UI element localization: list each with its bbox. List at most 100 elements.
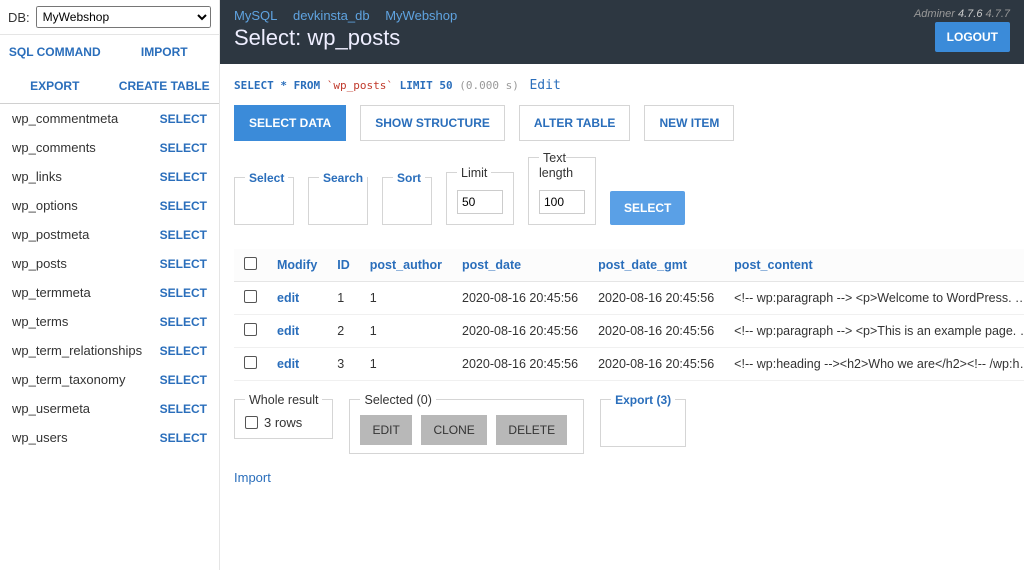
table-select-link[interactable]: SELECT <box>160 141 207 155</box>
clone-selected-button[interactable]: CLONE <box>421 415 486 445</box>
row-checkbox[interactable] <box>244 356 257 369</box>
col-post-date-gmt[interactable]: post_date_gmt <box>588 249 724 282</box>
results-table: Modify ID post_author post_date post_dat… <box>234 249 1024 381</box>
filter-row: Select Search Sort Limit Text length SEL… <box>234 157 1010 225</box>
tab-alter-table[interactable]: ALTER TABLE <box>519 105 631 141</box>
table-row[interactable]: wp_term_taxonomy SELECT <box>0 365 219 394</box>
breadcrumb-db[interactable]: MyWebshop <box>385 8 457 23</box>
select-fieldset[interactable]: Select <box>234 177 294 225</box>
table-select-link[interactable]: SELECT <box>160 199 207 213</box>
table-row[interactable]: wp_commentmeta SELECT <box>0 104 219 133</box>
cell-content: <!-- wp:paragraph --> <p>This is an exam… <box>724 315 1024 348</box>
db-selector-row: DB: MyWebshop <box>0 0 219 35</box>
select-submit-button[interactable]: SELECT <box>610 191 685 225</box>
limit-input[interactable] <box>457 190 503 214</box>
cell-content: <!-- wp:paragraph --> <p>Welcome to Word… <box>724 282 1024 315</box>
table-select-link[interactable]: SELECT <box>160 112 207 126</box>
table-select-link[interactable]: SELECT <box>160 257 207 271</box>
table-row[interactable]: wp_termsSELECT <box>0 307 219 336</box>
table-name: wp_term_taxonomy <box>12 372 125 387</box>
table-row[interactable]: wp_users SELECT <box>0 423 219 452</box>
table-row[interactable]: wp_optionsSELECT <box>0 191 219 220</box>
table-row[interactable]: wp_termmeta SELECT <box>0 278 219 307</box>
textlen-fieldset: Text length <box>528 157 596 225</box>
table-name: wp_links <box>12 169 62 184</box>
tab-show-structure[interactable]: SHOW STRUCTURE <box>360 105 505 141</box>
table-name: wp_commentmeta <box>12 111 118 126</box>
sql-command-link[interactable]: SQL COMMAND <box>0 35 110 69</box>
tab-new-item[interactable]: NEW ITEM <box>644 105 734 141</box>
edit-row-link[interactable]: edit <box>277 357 299 371</box>
data-row: edit 1 1 2020-08-16 20:45:56 2020-08-16 … <box>234 282 1024 315</box>
table-row[interactable]: wp_commentsSELECT <box>0 133 219 162</box>
view-tabs: SELECT DATA SHOW STRUCTURE ALTER TABLE N… <box>234 105 1010 141</box>
export-fieldset[interactable]: Export (3) <box>600 399 686 447</box>
search-fieldset[interactable]: Search <box>308 177 368 225</box>
cell-date: 2020-08-16 20:45:56 <box>452 315 588 348</box>
import-bottom-link[interactable]: Import <box>234 470 271 485</box>
create-table-link[interactable]: CREATE TABLE <box>110 69 220 103</box>
export-link[interactable]: EXPORT <box>0 69 110 103</box>
table-name: wp_postmeta <box>12 227 89 242</box>
table-row[interactable]: wp_usermeta SELECT <box>0 394 219 423</box>
selected-fieldset: Selected (0) EDIT CLONE DELETE <box>349 399 584 454</box>
import-link[interactable]: IMPORT <box>110 35 220 69</box>
cell-id: 2 <box>327 315 360 348</box>
table-select-link[interactable]: SELECT <box>160 431 207 445</box>
tab-select-data[interactable]: SELECT DATA <box>234 105 346 141</box>
table-select-link[interactable]: SELECT <box>160 344 207 358</box>
col-id[interactable]: ID <box>327 249 360 282</box>
col-post-date[interactable]: post_date <box>452 249 588 282</box>
data-row: edit 3 1 2020-08-16 20:45:56 2020-08-16 … <box>234 348 1024 381</box>
select-all-header[interactable] <box>234 249 267 282</box>
sort-fieldset[interactable]: Sort <box>382 177 432 225</box>
whole-result-fieldset: Whole result 3 rows <box>234 399 333 439</box>
table-row[interactable]: wp_postmeta SELECT <box>0 220 219 249</box>
col-post-author[interactable]: post_author <box>360 249 452 282</box>
edit-row-link[interactable]: edit <box>277 324 299 338</box>
data-row: edit 2 1 2020-08-16 20:45:56 2020-08-16 … <box>234 315 1024 348</box>
table-name: wp_posts <box>12 256 67 271</box>
table-select-link[interactable]: SELECT <box>160 315 207 329</box>
breadcrumb-server[interactable]: devkinsta_db <box>293 8 370 23</box>
table-row[interactable]: wp_links SELECT <box>0 162 219 191</box>
table-select-link[interactable]: SELECT <box>160 170 207 184</box>
table-row[interactable]: wp_term_relationshipsSELECT <box>0 336 219 365</box>
table-name: wp_termmeta <box>12 285 91 300</box>
table-select-link[interactable]: SELECT <box>160 402 207 416</box>
cell-id: 1 <box>327 282 360 315</box>
table-select-link[interactable]: SELECT <box>160 228 207 242</box>
sql-preview: SELECT * FROM `wp_posts` LIMIT 50 (0.000… <box>234 78 1010 93</box>
col-modify[interactable]: Modify <box>267 249 327 282</box>
cell-id: 3 <box>327 348 360 381</box>
edit-sql-link[interactable]: Edit <box>529 78 560 93</box>
limit-fieldset: Limit <box>446 172 514 225</box>
table-row[interactable]: wp_posts SELECT <box>0 249 219 278</box>
breadcrumb-mysql[interactable]: MySQL <box>234 8 277 23</box>
delete-selected-button[interactable]: DELETE <box>496 415 567 445</box>
row-checkbox[interactable] <box>244 323 257 336</box>
logout-button[interactable]: LOGOUT <box>935 22 1010 52</box>
db-select[interactable]: MyWebshop <box>36 6 211 28</box>
cell-author: 1 <box>360 315 452 348</box>
cell-date: 2020-08-16 20:45:56 <box>452 282 588 315</box>
breadcrumbs: MySQL devkinsta_db MyWebshop <box>234 8 469 23</box>
checkbox-icon[interactable] <box>244 257 257 270</box>
edit-selected-button[interactable]: EDIT <box>360 415 411 445</box>
content: SELECT * FROM `wp_posts` LIMIT 50 (0.000… <box>220 64 1024 499</box>
table-list: wp_commentmeta SELECT wp_commentsSELECT w… <box>0 104 219 452</box>
edit-row-link[interactable]: edit <box>277 291 299 305</box>
cell-author: 1 <box>360 348 452 381</box>
rows-count: 3 rows <box>264 415 302 430</box>
col-post-content[interactable]: post_content <box>724 249 1024 282</box>
row-checkbox[interactable] <box>244 290 257 303</box>
table-select-link[interactable]: SELECT <box>160 373 207 387</box>
textlen-input[interactable] <box>539 190 585 214</box>
whole-result-checkbox[interactable] <box>245 416 258 429</box>
cell-gmt: 2020-08-16 20:45:56 <box>588 348 724 381</box>
table-select-link[interactable]: SELECT <box>160 286 207 300</box>
table-name: wp_usermeta <box>12 401 90 416</box>
table-name: wp_users <box>12 430 68 445</box>
main: MySQL devkinsta_db MyWebshop Select: wp_… <box>220 0 1024 570</box>
cell-date: 2020-08-16 20:45:56 <box>452 348 588 381</box>
